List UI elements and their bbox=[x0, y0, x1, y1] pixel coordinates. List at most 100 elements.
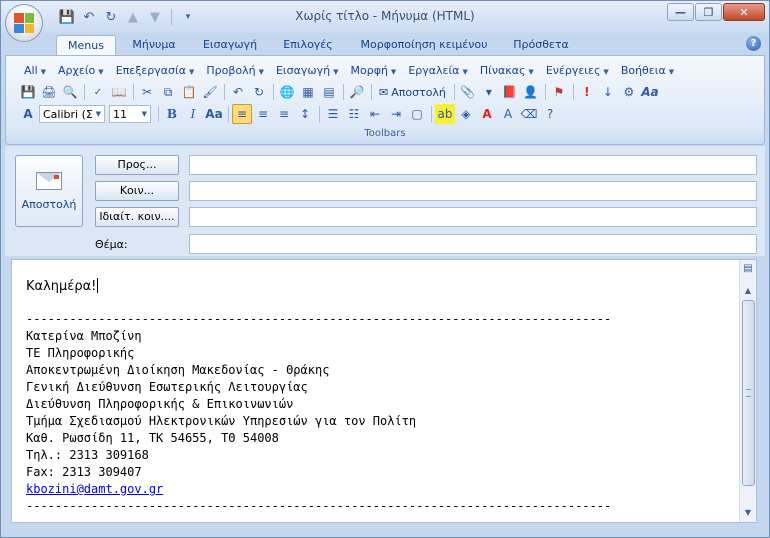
font-color-icon[interactable]: A bbox=[477, 104, 497, 124]
subject-label: Θέμα: bbox=[95, 238, 128, 251]
align-left-icon[interactable]: ≡ bbox=[232, 104, 252, 124]
save-icon[interactable]: 💾 bbox=[18, 82, 38, 102]
message-header: Αποστολή Προς... Κοιν... Ιδιαίτ. κοιν...… bbox=[5, 146, 765, 256]
menu-file[interactable]: Αρχείο ▼ bbox=[52, 64, 110, 77]
low-importance-icon[interactable]: ↓ bbox=[598, 82, 618, 102]
window-controls: — ❐ ✕ bbox=[667, 3, 765, 21]
attach-item-icon[interactable]: ▾ bbox=[479, 82, 499, 102]
decrease-indent-icon[interactable]: ⇤ bbox=[365, 104, 385, 124]
align-center-icon[interactable]: ≡ bbox=[253, 104, 273, 124]
menu-format[interactable]: Μορφή ▼ bbox=[344, 64, 402, 77]
formatting-toolbar: A Calibri (Σ ▼ 11 ▼ B I Aa ≡ ≡ ≡ ↕ ☰ ☷ ⇤ ⇥… bbox=[18, 103, 561, 125]
arrow-down-icon[interactable]: ▼ bbox=[145, 8, 165, 26]
redo-icon[interactable]: ↻ bbox=[249, 82, 269, 102]
change-case-button[interactable]: Aa bbox=[204, 104, 224, 124]
address-book-icon[interactable]: 📕 bbox=[500, 82, 520, 102]
subject-field[interactable] bbox=[189, 234, 757, 254]
quick-access-toolbar: 💾 ↶ ↻ ▲ ▼ ▾ bbox=[57, 8, 198, 26]
maximize-button[interactable]: ❐ bbox=[695, 3, 722, 21]
menu-insert[interactable]: Εισαγωγή ▼ bbox=[270, 64, 345, 77]
redo-icon[interactable]: ↻ bbox=[101, 8, 121, 26]
font-name-dropdown[interactable]: Calibri (Σ ▼ bbox=[39, 105, 105, 123]
italic-button[interactable]: I bbox=[183, 104, 203, 124]
undo-icon[interactable]: ↶ bbox=[228, 82, 248, 102]
increase-indent-icon[interactable]: ⇥ bbox=[386, 104, 406, 124]
clear-formatting-icon[interactable]: ⌫ bbox=[519, 104, 539, 124]
scroll-down-icon[interactable]: ▼ bbox=[743, 508, 753, 518]
close-button[interactable]: ✕ bbox=[723, 3, 765, 21]
cc-button[interactable]: Κοιν... bbox=[95, 181, 179, 201]
save-icon[interactable]: 💾 bbox=[57, 8, 77, 26]
message-body: Καλημέρα! ------------------------------… bbox=[26, 278, 611, 515]
help-small-icon[interactable]: ? bbox=[540, 104, 560, 124]
zoom-icon[interactable]: 🔎 bbox=[347, 82, 367, 102]
shading-icon[interactable]: ◈ bbox=[456, 104, 476, 124]
cc-field[interactable] bbox=[189, 181, 757, 201]
format-painter-icon[interactable]: 🖌 bbox=[200, 82, 220, 102]
help-icon[interactable]: ? bbox=[746, 36, 761, 51]
paste-icon[interactable]: 📋 bbox=[179, 82, 199, 102]
bcc-field[interactable] bbox=[189, 207, 757, 227]
customize-qat-icon[interactable]: ▾ bbox=[178, 8, 198, 26]
styles-pane-icon[interactable]: A bbox=[18, 104, 38, 124]
cut-icon[interactable]: ✂ bbox=[137, 82, 157, 102]
signature-name: Κατερίνα Μποζίνη bbox=[26, 329, 142, 343]
menu-tools[interactable]: Εργαλεία ▼ bbox=[402, 64, 474, 77]
tab-insert[interactable]: Εισαγωγή bbox=[194, 35, 266, 56]
text-cursor bbox=[97, 278, 99, 293]
signature-email-link[interactable]: kbozini@damt.gov.gr bbox=[26, 481, 611, 498]
tab-format-text[interactable]: Μορφοποίηση κειμένου bbox=[350, 35, 498, 56]
high-importance-icon[interactable]: ! bbox=[577, 82, 597, 102]
text-effects-icon[interactable]: A bbox=[498, 104, 518, 124]
tab-message[interactable]: Μήνυμα bbox=[122, 35, 186, 56]
office-button[interactable] bbox=[5, 4, 43, 42]
check-names-icon[interactable]: 👤 bbox=[521, 82, 541, 102]
to-field[interactable] bbox=[189, 155, 757, 175]
print-icon[interactable]: 🖨 bbox=[39, 82, 59, 102]
undo-icon[interactable]: ↶ bbox=[79, 8, 99, 26]
borders-icon[interactable]: ▢ bbox=[407, 104, 427, 124]
menu-all[interactable]: All ▼ bbox=[18, 64, 52, 77]
tables-icon[interactable]: ▦ bbox=[298, 82, 318, 102]
insert-table-icon[interactable]: ▤ bbox=[319, 82, 339, 102]
attach-file-icon[interactable]: 📎 bbox=[458, 82, 478, 102]
bold-button[interactable]: B bbox=[162, 104, 182, 124]
menu-help[interactable]: Βοήθεια ▼ bbox=[615, 64, 680, 77]
signature-separator: ----------------------------------------… bbox=[26, 312, 612, 326]
styles-icon[interactable]: Aa bbox=[640, 82, 660, 102]
follow-up-flag-icon[interactable]: ⚑ bbox=[549, 82, 569, 102]
tab-options[interactable]: Επιλογές bbox=[276, 35, 340, 56]
font-size-dropdown[interactable]: 11 ▼ bbox=[109, 105, 151, 123]
vertical-scrollbar[interactable]: ▤ ▲ ▼ bbox=[739, 260, 756, 522]
scrollbar-thumb[interactable] bbox=[742, 300, 755, 486]
send-toolbar-button[interactable]: ✉ Αποστολή bbox=[375, 82, 450, 102]
tab-menus[interactable]: Menus bbox=[56, 35, 116, 56]
menu-actions[interactable]: Ενέργειες ▼ bbox=[540, 64, 615, 77]
spelling-icon[interactable]: ✓ bbox=[88, 82, 108, 102]
ribbon: All ▼ Αρχείο ▼ Επεξεργασία ▼ Προβολή ▼ Εισαγ… bbox=[5, 55, 765, 145]
print-preview-icon[interactable]: 🔍 bbox=[60, 82, 80, 102]
minimize-button[interactable]: — bbox=[667, 3, 694, 21]
scroll-up-icon[interactable]: ▲ bbox=[743, 286, 753, 296]
message-body-editor[interactable]: Καλημέρα! ------------------------------… bbox=[11, 259, 757, 523]
hyperlink-icon[interactable]: 🌐 bbox=[277, 82, 297, 102]
research-icon[interactable]: 📖 bbox=[109, 82, 129, 102]
options-icon[interactable]: ⚙ bbox=[619, 82, 639, 102]
tab-addins[interactable]: Πρόσθετα bbox=[506, 35, 576, 56]
send-button[interactable]: Αποστολή bbox=[15, 155, 83, 227]
signature-directorate: Γενική Διεύθυνση Εσωτερικής Λειτουργίας bbox=[26, 380, 308, 394]
menu-table[interactable]: Πίνακας ▼ bbox=[474, 64, 540, 77]
highlight-icon[interactable]: ab bbox=[435, 104, 455, 124]
numbering-icon[interactable]: ☰ bbox=[323, 104, 343, 124]
ruler-toggle-icon[interactable]: ▤ bbox=[742, 263, 754, 275]
signature-role: ΤΕ Πληροφορικής bbox=[26, 346, 135, 360]
copy-icon[interactable]: ⧉ bbox=[158, 82, 178, 102]
menu-view[interactable]: Προβολή ▼ bbox=[200, 64, 270, 77]
to-button[interactable]: Προς... bbox=[95, 155, 179, 175]
bcc-button[interactable]: Ιδιαίτ. κοιν.... bbox=[95, 207, 179, 227]
arrow-up-icon[interactable]: ▲ bbox=[123, 8, 143, 26]
bullets-icon[interactable]: ☷ bbox=[344, 104, 364, 124]
menu-edit[interactable]: Επεξεργασία ▼ bbox=[110, 64, 201, 77]
align-right-icon[interactable]: ≡ bbox=[274, 104, 294, 124]
line-spacing-icon[interactable]: ↕ bbox=[295, 104, 315, 124]
